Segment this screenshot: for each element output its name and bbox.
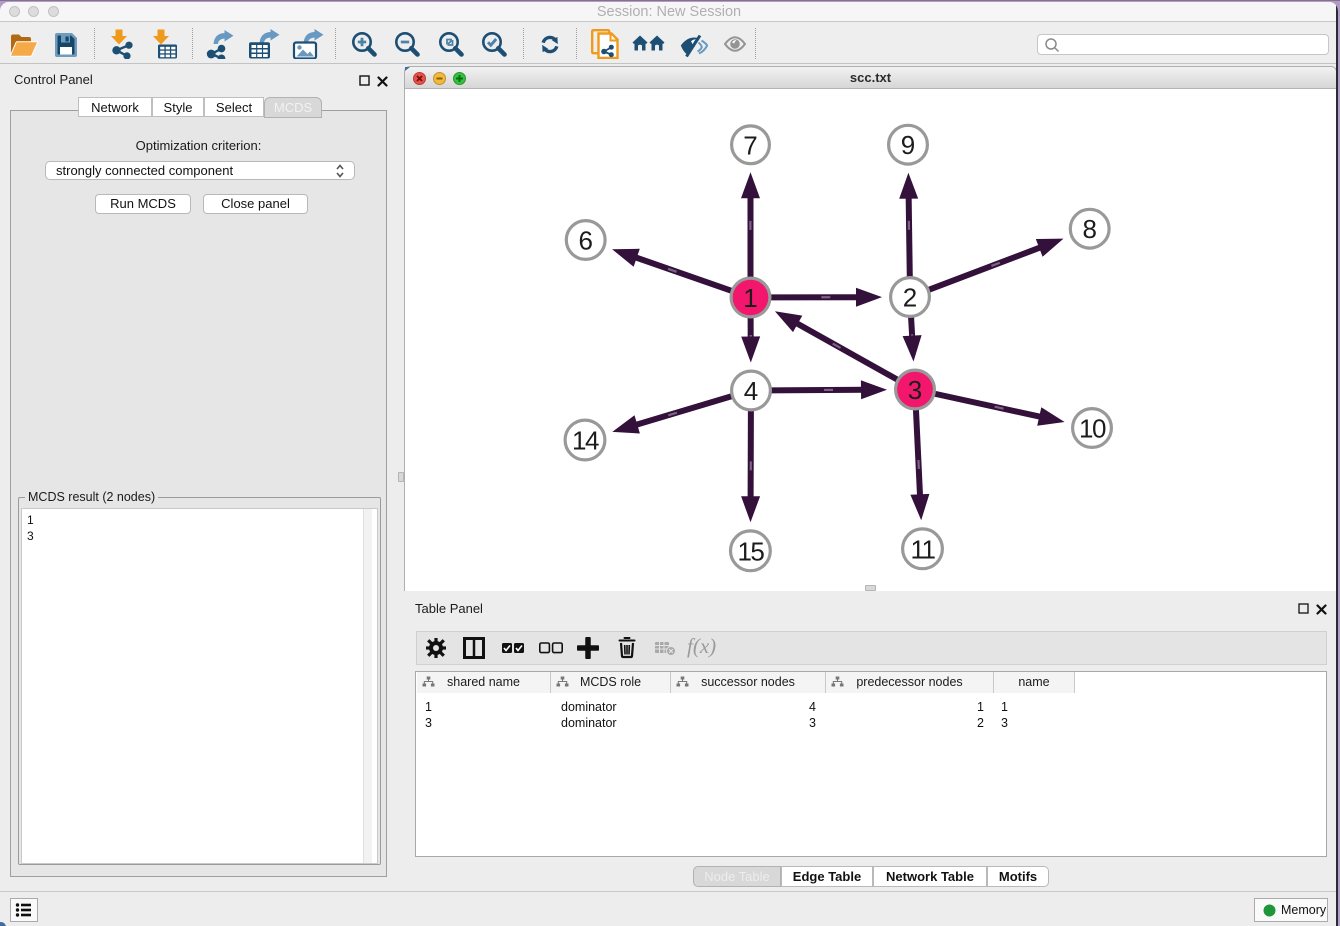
svg-text:4: 4 <box>744 376 758 406</box>
svg-text:11: 11 <box>911 534 936 564</box>
svg-text:1: 1 <box>743 283 757 313</box>
svg-text:10: 10 <box>1079 414 1106 444</box>
svg-text:15: 15 <box>737 536 764 566</box>
svg-text:2: 2 <box>903 283 917 313</box>
svg-text:7: 7 <box>743 130 757 160</box>
svg-text:8: 8 <box>1082 214 1096 244</box>
svg-text:14: 14 <box>572 426 599 456</box>
svg-text:6: 6 <box>578 226 592 256</box>
svg-text:3: 3 <box>908 375 922 405</box>
svg-text:9: 9 <box>901 130 915 160</box>
